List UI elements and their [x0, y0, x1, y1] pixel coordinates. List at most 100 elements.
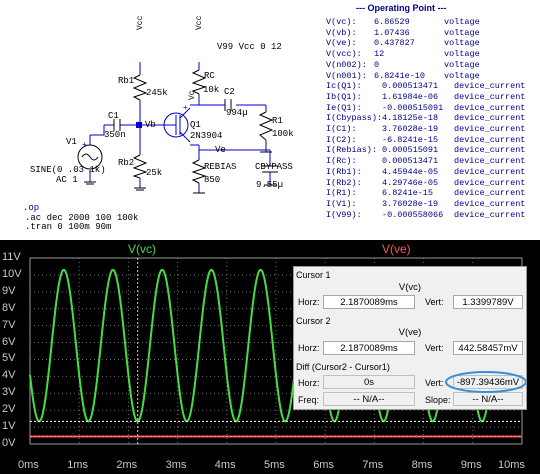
op-row-name: I(Rb1): — [326, 166, 362, 177]
op-row-unit: voltage — [444, 17, 480, 27]
op-row-value: 3.76028e-19 — [382, 198, 439, 209]
op-row-name: I(Rebias): — [326, 145, 378, 156]
op-row-unit: voltage — [444, 27, 480, 38]
r1-name: R1 — [272, 116, 283, 126]
op-row-unit: voltage — [444, 59, 480, 70]
x-tick-label: 2ms — [116, 459, 138, 471]
ve-net-label: Ve — [215, 145, 226, 155]
tran-directive[interactable]: .tran 0 100m 90m — [25, 222, 111, 232]
op-row-name: Ib(Q1): — [326, 91, 362, 102]
schematic-area[interactable]: + + Vcc Vcc Vc V99 Vcc 0 12 Rb1 245k Rb2… — [0, 0, 540, 240]
trace-label-ve[interactable]: V(ve) — [382, 242, 411, 256]
rb2-name: Rb2 — [118, 158, 135, 168]
op-row-name: V(n002): — [326, 59, 367, 70]
op-row-name: I(V1): — [326, 198, 357, 209]
op-row-value: 4.45944e-05 — [382, 166, 439, 177]
op-row-value: -0.000515091 — [382, 102, 444, 113]
op-row-value: 6.8241e-15 — [382, 188, 434, 199]
x-tick-label: 10ms — [498, 459, 525, 471]
v1-ac: AC 1 — [56, 175, 78, 185]
v1-name: V1 — [66, 137, 77, 147]
vcc-net-label-rc: Vcc — [195, 15, 204, 30]
op-row-name: I(R1): — [326, 188, 357, 199]
spice-directive-v99[interactable]: V99 Vcc 0 12 — [217, 42, 282, 52]
op-row-name: V(vcc): — [326, 49, 362, 60]
op-row-unit: device_current — [454, 166, 526, 177]
op-row-value: 0.437827 — [374, 38, 415, 49]
rebias-name: REBIAS — [204, 162, 237, 172]
op-row-name: Ic(Q1): — [326, 81, 362, 92]
op-row-value: 0.000513471 — [382, 81, 439, 92]
op-row-value: 1.07436 — [374, 27, 410, 38]
svg-text:+: + — [82, 140, 87, 149]
op-row-value: 6.86529 — [374, 17, 410, 27]
x-tick-label: 0ms — [18, 459, 39, 471]
op-row-name: V(vb): — [326, 27, 357, 38]
x-tick-label: 7ms — [362, 459, 384, 471]
op-row-value: 1.61984e-06 — [382, 91, 439, 102]
x-tick-label: 6ms — [313, 459, 334, 471]
y-tick-label: 0V — [2, 437, 16, 449]
rb2-value: 25k — [146, 168, 163, 178]
op-row-value: 12 — [374, 49, 385, 60]
x-tick-label: 8ms — [411, 459, 433, 471]
op-row-name: I(Cbypass): — [326, 113, 383, 124]
y-tick-label: 9V — [2, 284, 16, 297]
c1-name: C1 — [108, 111, 119, 121]
op-row-value: 6.8241e-10 — [374, 70, 426, 81]
vert-highlight-ellipse — [445, 371, 526, 393]
op-row-value: 4.18125e-18 — [382, 113, 439, 124]
op-row-unit: device_current — [454, 124, 526, 134]
y-tick-label: 10V — [2, 267, 22, 280]
op-row-name: I(Rb2): — [326, 177, 362, 188]
c1-value: 350n — [104, 130, 126, 140]
op-row-unit: device_current — [454, 145, 526, 156]
x-tick-label: 4ms — [214, 459, 236, 471]
op-row-unit: voltage — [444, 70, 480, 81]
op-row-name: I(C1): — [326, 124, 357, 134]
x-tick-label: 3ms — [165, 459, 187, 471]
y-tick-label: 5V — [2, 352, 16, 365]
y-tick-label: 11V — [2, 251, 21, 263]
op-row-value: 3.76028e-19 — [382, 124, 439, 134]
x-tick-label: 9ms — [460, 459, 482, 471]
op-row-unit: voltage — [444, 49, 480, 60]
op-row-name: V(ve): — [326, 38, 357, 49]
cursor-panel: Cursor 1 V(vc) Horz: 2.1870089ms Vert: 1… — [293, 266, 527, 410]
op-row-unit: device_current — [454, 81, 526, 92]
op-row-unit: device_current — [454, 188, 526, 199]
y-tick-label: 2V — [2, 403, 16, 416]
rb1-value: 245k — [146, 88, 168, 98]
op-row-name: Ie(Q1): — [326, 102, 362, 113]
op-row-unit: device_current — [454, 134, 526, 145]
y-tick-label: 6V — [2, 335, 16, 348]
y-tick-label: 8V — [2, 301, 16, 314]
op-row-unit: device_current — [454, 102, 526, 113]
y-tick-label: 7V — [2, 318, 16, 331]
rb1-name: Rb1 — [118, 76, 135, 86]
rc-name: RC — [204, 71, 215, 81]
vb-net-label: Vb — [145, 120, 156, 130]
q1-name: Q1 — [190, 120, 201, 130]
op-row-name: I(C2): — [326, 134, 357, 145]
x-tick-label: 1ms — [67, 459, 88, 471]
v1-value: SINE(0 .03 1k) — [30, 165, 106, 175]
cbypass-name: CBYPASS — [255, 162, 293, 172]
op-row-unit: device_current — [454, 91, 526, 102]
op-directive[interactable]: .op — [23, 203, 39, 213]
svg-text:+: + — [183, 103, 188, 112]
op-row-name: V(n001): — [326, 70, 367, 81]
operating-point-panel: --- Operating Point --- V(vc): 6.86529 vol… — [326, 3, 538, 221]
trace-label-vc[interactable]: V(vc) — [128, 242, 156, 256]
op-row-unit: device_current — [454, 177, 526, 188]
op-row-value: 4.29746e-05 — [382, 177, 439, 188]
vcc-net-label: Vcc — [136, 15, 145, 30]
op-row-name: V(vc): — [326, 17, 357, 27]
y-tick-label: 3V — [2, 386, 16, 399]
c2-value: 994µ — [226, 108, 248, 118]
op-row-value: 0.000513471 — [382, 156, 439, 167]
op-row-name: I(V99): — [326, 209, 362, 220]
x-tick-label: 5ms — [264, 459, 285, 471]
y-tick-label: 4V — [2, 369, 16, 382]
rc-value: 10k — [203, 85, 220, 95]
